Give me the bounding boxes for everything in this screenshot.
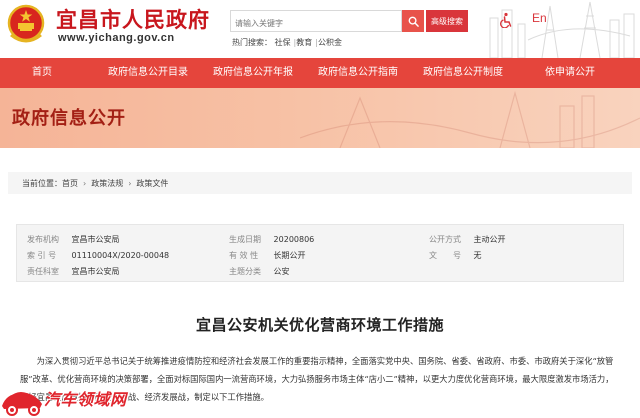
meta-responsible-dept: 责任科室 宜昌市公安局	[27, 267, 120, 276]
breadcrumb-policy-regulations[interactable]: 政策法规	[91, 178, 123, 189]
accessibility-icon[interactable]	[498, 12, 514, 28]
advanced-search-button[interactable]: 高级搜索	[426, 10, 468, 32]
nav-item-info-catalog[interactable]: 政府信息公开目录	[108, 58, 188, 88]
main-nav: 首页 政府信息公开目录 政府信息公开年报 政府信息公开指南 政府信息公开制度 依…	[0, 58, 640, 88]
skyline-decoration	[489, 1, 635, 58]
page-title: 政府信息公开	[12, 108, 126, 129]
chevron-right-icon: ›	[83, 178, 87, 188]
hot-search-label: 热门搜索：	[232, 38, 272, 47]
page-banner: 政府信息公开	[0, 88, 640, 148]
site-url: www.yichang.gov.cn	[58, 32, 175, 44]
hot-search: 热门搜索： 社保 |教育 |公积金	[232, 37, 342, 48]
site-title[interactable]: 宜昌市人民政府	[56, 4, 210, 34]
hot-search-term-housing-fund[interactable]: 公积金	[318, 38, 342, 47]
meta-created-date: 生成日期 20200806	[229, 235, 315, 244]
meta-disclosure-method: 公开方式 主动公开	[429, 235, 506, 244]
nav-item-apply-disclosure[interactable]: 依申请公开	[545, 58, 595, 88]
nav-item-home[interactable]: 首页	[32, 58, 52, 88]
english-language-button[interactable]: En	[532, 11, 547, 25]
hot-search-term-education[interactable]: 教育	[296, 38, 312, 47]
watermark: 汽车领域网	[0, 378, 190, 418]
search-icon	[408, 16, 419, 27]
breadcrumb-home[interactable]: 首页	[62, 178, 78, 189]
watermark-text: 汽车领域网	[44, 390, 127, 409]
breadcrumb-policy-documents[interactable]: 政策文件	[136, 178, 168, 189]
car-logo-icon	[2, 392, 42, 416]
breadcrumb: 当前位置： 首页 › 政策法规 › 政策文件	[8, 172, 632, 194]
document-metadata: 发布机构 宜昌市公安局 索 引 号 01110004X/2020-00048 责…	[16, 224, 624, 282]
chevron-right-icon: ›	[128, 178, 132, 188]
meta-index-number: 索 引 号 01110004X/2020-00048	[27, 251, 170, 260]
meta-validity: 有 效 性 长期公开	[229, 251, 306, 260]
banner-decoration	[300, 90, 640, 148]
meta-category: 主题分类 公安	[229, 267, 290, 276]
search-input[interactable]	[231, 13, 401, 34]
hot-search-term-social-security[interactable]: 社保	[275, 38, 291, 47]
meta-publisher: 发布机构 宜昌市公安局	[27, 235, 120, 244]
site-header: 宜昌市人民政府 www.yichang.gov.cn 高级搜索 热门搜索： 社保…	[0, 0, 640, 58]
nav-item-disclosure-system[interactable]: 政府信息公开制度	[423, 58, 503, 88]
breadcrumb-prefix: 当前位置：	[22, 178, 62, 188]
nav-item-disclosure-guide[interactable]: 政府信息公开指南	[318, 58, 398, 88]
article-title: 宜昌公安机关优化营商环境工作措施	[195, 316, 444, 334]
meta-document-number: 文 号 无	[429, 251, 482, 260]
national-emblem-icon[interactable]	[6, 3, 46, 45]
search-box	[230, 10, 402, 34]
nav-item-annual-report[interactable]: 政府信息公开年报	[213, 58, 293, 88]
search-button[interactable]	[402, 10, 424, 32]
